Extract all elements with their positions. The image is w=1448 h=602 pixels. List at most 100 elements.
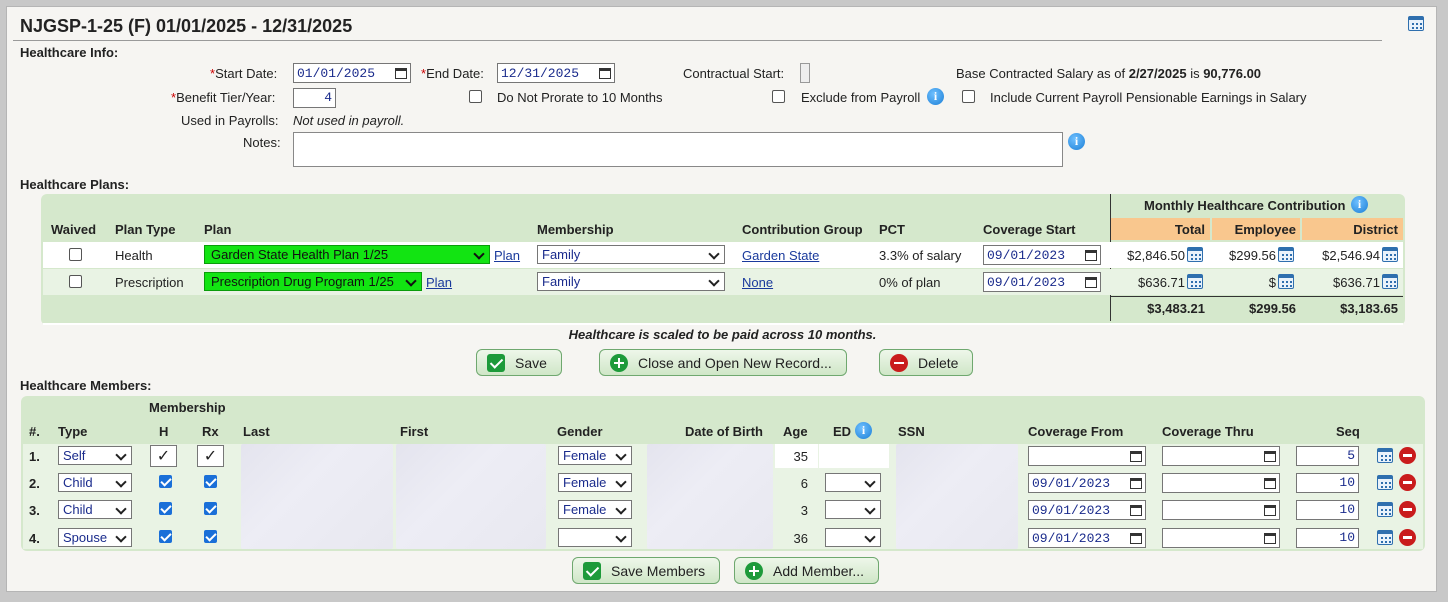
contractual-start-field[interactable]	[800, 63, 810, 83]
h-checkbox[interactable]	[159, 502, 172, 515]
waived-checkbox[interactable]	[69, 248, 82, 261]
close-open-new-button[interactable]: Close and Open New Record...	[599, 349, 847, 376]
calendar-icon[interactable]	[1377, 448, 1393, 463]
plan-select[interactable]: Prescription Drug Program 1/25	[204, 272, 422, 291]
row-num: 4.	[29, 531, 40, 546]
coverage-start-input[interactable]: 09/01/2023	[983, 245, 1101, 265]
remove-icon[interactable]	[1399, 474, 1416, 491]
notes-textarea[interactable]	[293, 132, 1063, 167]
coverage-thru-input[interactable]	[1162, 473, 1280, 493]
gender-select[interactable]	[558, 528, 632, 547]
age-value: 35	[793, 449, 808, 464]
end-date-input[interactable]: 12/31/2025	[497, 63, 615, 83]
calendar-icon[interactable]	[1278, 274, 1294, 289]
col-first: First	[400, 424, 429, 439]
coverage-thru-input[interactable]	[1162, 446, 1280, 466]
rx-checkbox[interactable]	[204, 502, 217, 515]
calendar-icon[interactable]	[1187, 247, 1203, 262]
info-icon[interactable]: i	[1068, 133, 1085, 150]
plan-link[interactable]: Plan	[494, 248, 520, 263]
gender-select[interactable]: Female	[558, 446, 632, 465]
col-plan-type: Plan Type	[115, 222, 176, 237]
remove-icon[interactable]	[1399, 447, 1416, 464]
calendar-icon[interactable]	[1377, 530, 1393, 545]
ed-select[interactable]	[825, 473, 881, 492]
ssn-redacted	[896, 444, 1018, 549]
seq-input[interactable]: 10	[1296, 473, 1359, 493]
member-type-select[interactable]: Spouse	[58, 528, 132, 547]
member-type-select[interactable]: Child	[58, 473, 132, 492]
check-icon	[487, 353, 505, 372]
gender-select[interactable]: Female	[558, 473, 632, 492]
ed-select[interactable]	[825, 528, 881, 547]
coverage-thru-input[interactable]	[1162, 500, 1280, 520]
save-button[interactable]: Save	[476, 349, 562, 376]
calendar-icon[interactable]	[1382, 247, 1398, 262]
calendar-icon[interactable]	[1278, 247, 1294, 262]
col-plan: Plan	[204, 222, 232, 237]
plan-link[interactable]: Plan	[426, 275, 452, 290]
calendar-icon	[1130, 450, 1142, 462]
age-value: 6	[800, 476, 808, 491]
employee-value: $299.56	[1229, 248, 1276, 263]
delete-button[interactable]: Delete	[879, 349, 974, 376]
contribution-group-link[interactable]: None	[742, 275, 773, 290]
waived-checkbox[interactable]	[69, 275, 82, 288]
coverage-start-input[interactable]: 09/01/2023	[983, 272, 1101, 292]
info-icon[interactable]: i	[1351, 196, 1368, 213]
coverage-from-input[interactable]: 09/01/2023	[1028, 528, 1146, 548]
h-checkmark[interactable]: ✓	[150, 445, 177, 467]
seq-input[interactable]: 5	[1296, 446, 1359, 466]
coverage-thru-input[interactable]	[1162, 528, 1280, 548]
col-membership: Membership	[537, 222, 614, 237]
rx-checkbox[interactable]	[204, 475, 217, 488]
calendar-icon[interactable]	[1377, 502, 1393, 517]
seq-input[interactable]: 10	[1296, 528, 1359, 548]
col-ed: ED	[833, 424, 852, 439]
member-type-select[interactable]: Child	[58, 500, 132, 519]
plan-type: Prescription	[115, 275, 184, 290]
used-in-payrolls-value: Not used in payroll.	[293, 113, 405, 128]
benefit-tier-input[interactable]: 4	[293, 88, 336, 108]
coverage-from-input[interactable]: 09/01/2023	[1028, 473, 1146, 493]
calendar-icon	[599, 67, 611, 79]
remove-icon[interactable]	[1399, 501, 1416, 518]
membership-select[interactable]: Family	[537, 245, 725, 264]
exclude-payroll-checkbox[interactable]	[772, 90, 785, 103]
coverage-from-input[interactable]	[1028, 446, 1146, 466]
col-contribution-group: Contribution Group	[742, 222, 863, 237]
info-icon[interactable]: i	[855, 422, 872, 439]
plan-select[interactable]: Garden State Health Plan 1/25	[204, 245, 490, 264]
do-not-prorate-checkbox[interactable]	[469, 90, 482, 103]
calendar-icon[interactable]	[1377, 475, 1393, 490]
ed-select[interactable]	[825, 500, 881, 519]
dob-redacted	[647, 444, 773, 549]
h-checkbox[interactable]	[159, 475, 172, 488]
save-members-button[interactable]: Save Members	[572, 557, 721, 584]
healthcare-plans-heading: Healthcare Plans:	[20, 177, 130, 192]
calendar-icon[interactable]	[1408, 16, 1424, 31]
row-num: 2.	[29, 476, 40, 491]
start-date-input[interactable]: 01/01/2025	[293, 63, 411, 83]
info-icon[interactable]: i	[927, 88, 944, 105]
seq-input[interactable]: 10	[1296, 500, 1359, 520]
start-date-label: *Start Date:	[210, 66, 278, 81]
monthly-contribution-header: Monthly Healthcare Contribution	[1144, 198, 1346, 213]
rx-checkmark[interactable]: ✓	[197, 445, 224, 467]
include-pensionable-checkbox[interactable]	[962, 90, 975, 103]
calendar-icon	[395, 67, 407, 79]
member-type-select[interactable]: Self	[58, 446, 132, 465]
remove-icon[interactable]	[1399, 529, 1416, 546]
total-value: $2,846.50	[1127, 248, 1185, 263]
gender-select[interactable]: Female	[558, 500, 632, 519]
add-member-button[interactable]: Add Member...	[734, 557, 880, 584]
contribution-group-link[interactable]: Garden State	[742, 248, 819, 263]
calendar-icon[interactable]	[1187, 274, 1203, 289]
col-employee: Employee	[1234, 222, 1296, 237]
h-checkbox[interactable]	[159, 530, 172, 543]
rx-checkbox[interactable]	[204, 530, 217, 543]
coverage-from-input[interactable]: 09/01/2023	[1028, 500, 1146, 520]
calendar-icon[interactable]	[1382, 274, 1398, 289]
membership-select[interactable]: Family	[537, 272, 725, 291]
last-name-redacted	[241, 444, 393, 549]
